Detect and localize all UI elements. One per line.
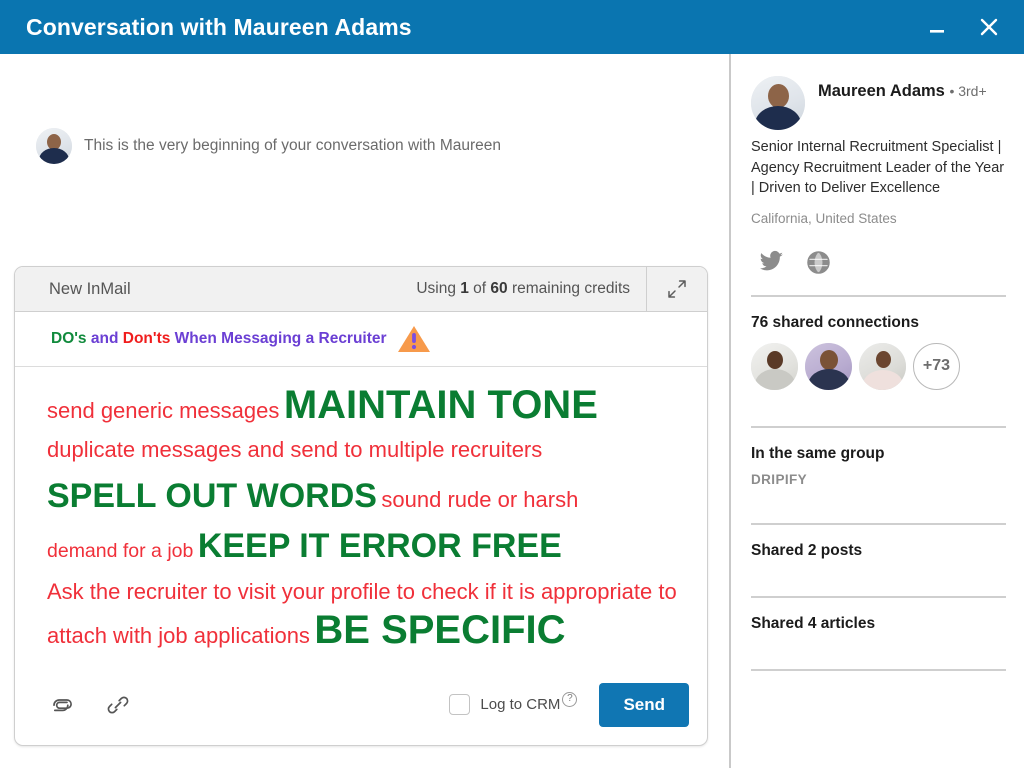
connection-avatar-2[interactable]: [805, 342, 852, 390]
profile-location: California, United States: [751, 210, 897, 226]
profile-headline: Senior Internal Recruitment Specialist |…: [751, 139, 1005, 197]
log-to-crm-label-wrap: Log to CRM?: [480, 692, 578, 714]
message-line: SPELL OUT WORDS sound rude or harsh: [47, 479, 687, 513]
profile-social-links: [759, 250, 1006, 275]
credits-status: Using 1 of 60 remaining credits: [416, 280, 630, 298]
shared-connections-title: 76 shared connections: [751, 313, 919, 331]
profile-degree: • 3rd+: [949, 83, 987, 99]
conversation-avatar: [36, 128, 72, 164]
message-line: Ask the recruiter to visit your profile …: [47, 579, 687, 655]
log-to-crm-label: Log to CRM: [480, 696, 561, 714]
composer-type-label: New InMail: [49, 279, 131, 298]
profile-sidebar: Maureen Adams • 3rd+ Senior Internal Rec…: [731, 54, 1024, 768]
connection-avatar-3[interactable]: [859, 342, 906, 390]
help-circle-icon[interactable]: ?: [562, 692, 578, 708]
inmail-composer: New InMail Using 1 of 60 remaining credi…: [14, 266, 708, 746]
send-button[interactable]: Send: [599, 682, 689, 727]
shared-connections-avatars: +73: [751, 342, 1006, 390]
expand-icon: [668, 280, 686, 298]
log-to-crm-checkbox[interactable]: [449, 694, 471, 716]
message-line: duplicate messages and send to multiple …: [47, 439, 687, 461]
conversation-start-text: This is the very beginning of your conve…: [84, 137, 501, 154]
profile-avatar[interactable]: [751, 76, 805, 130]
subject-line[interactable]: DO's and Don'ts When Messaging a Recruit…: [15, 312, 707, 367]
more-connections-count[interactable]: +73: [913, 342, 960, 390]
message-segment: KEEP IT ERROR FREE: [197, 527, 562, 565]
credits-used: 1: [460, 280, 469, 297]
minimize-button[interactable]: [924, 14, 950, 40]
message-line: send generic messages MAINTAIN TONE: [47, 385, 687, 425]
composer-footer-icons: [49, 692, 449, 718]
window-titlebar: Conversation with Maureen Adams: [0, 0, 1024, 54]
message-segment: send generic messages: [47, 398, 280, 423]
message-segment: SPELL OUT WORDS: [47, 477, 377, 515]
conversation-start-notice: This is the very beginning of your conve…: [0, 54, 729, 164]
composer-header-main: New InMail Using 1 of 60 remaining credi…: [15, 267, 647, 311]
website-globe-icon[interactable]: [806, 250, 831, 275]
subject-and: and: [90, 330, 119, 347]
same-group-block: In the same group DRIPIFY: [751, 428, 1006, 503]
expand-composer-button[interactable]: [647, 267, 707, 311]
shared-connections-block: 76 shared connections +73: [751, 297, 1006, 406]
profile-name: Maureen Adams: [818, 82, 945, 100]
message-line: demand for a job KEEP IT ERROR FREE: [47, 529, 687, 563]
warning-triangle-icon: [397, 326, 430, 352]
subject-do: DO's: [51, 330, 87, 347]
profile-name-row: Maureen Adams • 3rd+: [818, 82, 1006, 101]
subject-dont: Don'ts: [122, 330, 171, 347]
log-to-crm-control[interactable]: Log to CRM?: [449, 692, 578, 716]
shared-posts-title: Shared 2 posts: [751, 541, 863, 559]
message-segment: demand for a job: [47, 540, 194, 562]
composer-header: New InMail Using 1 of 60 remaining credi…: [15, 267, 707, 312]
message-segment: MAINTAIN TONE: [283, 383, 598, 427]
shared-articles-title: Shared 4 articles: [751, 614, 876, 632]
composer-footer: Log to CRM? Send: [15, 669, 707, 745]
shared-posts-block[interactable]: Shared 2 posts: [751, 525, 1006, 576]
minimize-icon: [930, 30, 944, 33]
credits-total: 60: [490, 280, 508, 297]
close-icon: [980, 18, 998, 36]
subject-text: DO's and Don'ts When Messaging a Recruit…: [51, 330, 387, 348]
profile-info: Maureen Adams • 3rd+: [818, 76, 1006, 101]
same-group-title: In the same group: [751, 444, 885, 462]
credits-middle: of: [468, 280, 491, 297]
paperclip-icon[interactable]: [49, 692, 75, 718]
message-segment: duplicate messages and send to multiple …: [47, 437, 543, 462]
close-button[interactable]: [976, 14, 1002, 40]
conversation-pane: This is the very beginning of your conve…: [0, 54, 731, 768]
twitter-icon[interactable]: [759, 250, 784, 275]
subject-rest: When Messaging a Recruiter: [174, 330, 387, 347]
same-group-name: DRIPIFY: [751, 471, 808, 487]
link-icon[interactable]: [105, 692, 131, 718]
shared-articles-block[interactable]: Shared 4 articles: [751, 598, 1006, 649]
credits-suffix: remaining credits: [507, 280, 630, 297]
message-segment: sound rude or harsh: [381, 487, 579, 512]
window-title: Conversation with Maureen Adams: [26, 13, 412, 40]
message-segment: BE SPECIFIC: [314, 607, 566, 652]
credits-prefix: Using: [416, 280, 461, 297]
profile-header: Maureen Adams • 3rd+: [751, 76, 1006, 130]
sidebar-divider: [751, 668, 1006, 671]
message-body[interactable]: send generic messages MAINTAIN TONE dupl…: [15, 367, 707, 669]
window-controls: [924, 14, 1002, 40]
connection-avatar-1[interactable]: [751, 342, 798, 390]
window-body: This is the very beginning of your conve…: [0, 54, 1024, 768]
